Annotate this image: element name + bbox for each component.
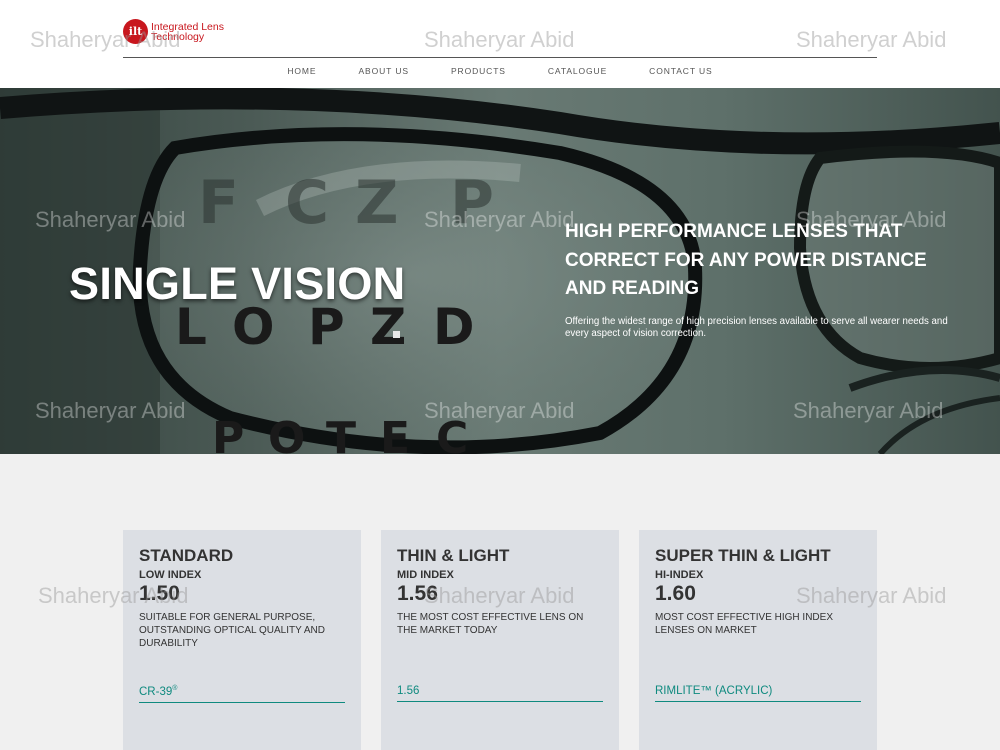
eye-chart-letter: E <box>380 413 411 454</box>
card-link-cr39[interactable]: CR-39® <box>139 685 345 703</box>
card-title: SUPER THIN & LIGHT <box>655 546 831 565</box>
product-card-standard[interactable]: STANDARD LOW INDEX 1.50 SUITABLE FOR GEN… <box>123 530 361 750</box>
main-nav: HOME ABOUT US PRODUCTS CATALOGUE CONTACT… <box>0 66 1000 76</box>
product-card-super-thin-light[interactable]: SUPER THIN & LIGHT HI-INDEX 1.60 MOST CO… <box>639 530 877 750</box>
site-header: ilt Integrated Lens Technology HOME ABOU… <box>0 0 1000 88</box>
eye-chart-letter: Z <box>355 168 399 238</box>
nav-products[interactable]: PRODUCTS <box>430 66 527 76</box>
logo-line-1: Integrated Lens <box>151 20 224 33</box>
nav-contact-us[interactable]: CONTACT US <box>628 66 733 76</box>
eye-chart-letter: P <box>450 168 494 238</box>
logo-line-2: Technology <box>151 30 205 43</box>
hero-marker <box>393 331 400 338</box>
hero-banner: F C Z P L O P Z D P O T E C SINGLE VISIO… <box>0 88 1000 454</box>
eye-chart-letter: C <box>285 168 330 238</box>
hero-description: Offering the widest range of high precis… <box>565 316 948 339</box>
logo-text: Integrated Lens Technology <box>151 20 224 43</box>
nav-catalogue[interactable]: CATALOGUE <box>527 66 628 76</box>
card-link-label: CR-39 <box>139 685 173 698</box>
card-index-value: 1.50 <box>139 582 180 605</box>
eye-chart-letter: T <box>326 413 357 454</box>
nav-about-us[interactable]: ABOUT US <box>337 66 430 76</box>
card-subtitle: HI-INDEX <box>655 569 704 581</box>
eye-chart-letter: P <box>212 413 245 454</box>
card-title: STANDARD <box>139 546 234 565</box>
card-description: MOST COST EFFECTIVE HIGH INDEX LENSES ON… <box>655 612 833 636</box>
nav-home[interactable]: HOME <box>266 66 337 76</box>
hero-heading: HIGH PERFORMANCE LENSES THAT CORRECT FOR… <box>565 221 927 299</box>
card-subtitle: LOW INDEX <box>139 569 202 581</box>
card-description: SUITABLE FOR GENERAL PURPOSE, OUTSTANDIN… <box>139 612 325 649</box>
card-link-1-56[interactable]: 1.56 <box>397 685 603 702</box>
eye-chart-letter: F <box>198 168 239 238</box>
registered-mark: ® <box>172 685 178 692</box>
eye-chart-letter: C <box>436 413 469 454</box>
product-card-thin-light[interactable]: THIN & LIGHT MID INDEX 1.56 THE MOST COS… <box>381 530 619 750</box>
card-index-value: 1.60 <box>655 582 696 605</box>
header-divider <box>123 57 877 58</box>
eye-chart-letter: O <box>268 413 306 454</box>
card-link-rimlite[interactable]: RIMLITE™ (ACRYLIC) <box>655 685 861 702</box>
logo-mark: ilt <box>123 19 148 44</box>
card-subtitle: MID INDEX <box>397 569 454 581</box>
card-title: THIN & LIGHT <box>397 546 510 565</box>
eye-chart-letter: D <box>433 298 475 356</box>
card-index-value: 1.56 <box>397 582 438 605</box>
card-description: THE MOST COST EFFECTIVE LENS ON THE MARK… <box>397 612 584 636</box>
hero-title: SINGLE VISION <box>69 258 406 309</box>
brand-logo[interactable]: ilt Integrated Lens Technology <box>123 19 224 44</box>
